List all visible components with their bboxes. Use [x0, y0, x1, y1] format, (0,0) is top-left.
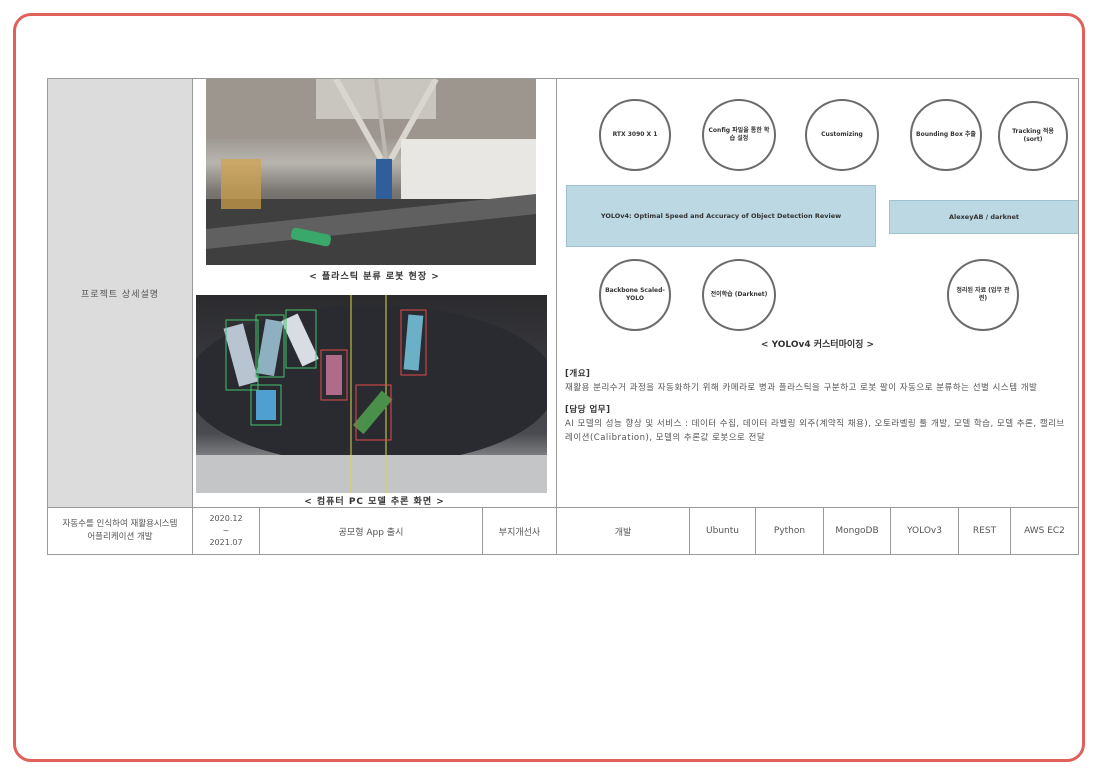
project-title-cell: 자동수를 인식하여 재활용시스템 어플리케이션 개발	[47, 507, 193, 555]
duty-title: [담당 업무]	[565, 405, 611, 415]
project-name-cell: 공모형 App 출시	[259, 507, 483, 555]
customizing-circle: Customizing	[805, 99, 879, 171]
backbone-circle: Backbone Scaled-YOLO	[599, 259, 671, 331]
tech-mongodb: MongoDB	[823, 507, 891, 555]
yolov4-paper-box: YOLOv4: Optimal Speed and Accuracy of Ob…	[566, 185, 876, 247]
transfer-learning-circle: 전이학습 (Darknet)	[702, 259, 776, 331]
project-table: 프로젝트 상세설명 < 플라스틱 분류 로봇 현장 > < 컴퓨터 PC 모델 …	[47, 78, 1079, 555]
image-cell: < 플라스틱 분류 로봇 현장 > < 컴퓨터 PC 모델 추론 화면 >	[192, 78, 557, 508]
description: [개요] 재활용 분리수거 과정을 자동화하기 위해 카메라로 병과 플라스틱을…	[565, 367, 1070, 445]
tech-yolov3: YOLOv3	[890, 507, 959, 555]
image1-caption: < 플라스틱 분류 로봇 현장 >	[309, 272, 440, 282]
diagram-cell: RTX 3090 X 1 Config 파일을 통한 학습 설정 Customi…	[556, 78, 1079, 508]
gpu-circle: RTX 3090 X 1	[599, 99, 671, 171]
detail-label: 프로젝트 상세설명	[47, 78, 193, 508]
tech-rest: REST	[958, 507, 1011, 555]
overview-title: [개요]	[565, 369, 591, 379]
company-cell: 부지개선사	[482, 507, 557, 555]
tech-python: Python	[755, 507, 824, 555]
overview-text: 재활용 분리수거 과정을 자동화하기 위해 카메라로 병과 플라스틱을 구분하고…	[565, 383, 1038, 393]
duty-text: AI 모델의 성능 향상 및 서비스 : 데이터 수집, 데이터 라벨링 외주(…	[565, 419, 1065, 443]
bbox-circle: Bounding Box 추출	[910, 99, 982, 171]
period-cell: 2020.12 ~ 2021.07	[192, 507, 260, 555]
image2-caption: < 컴퓨터 PC 모델 추론 화면 >	[304, 497, 445, 507]
inference-screen-photo	[196, 295, 547, 493]
tech-ubuntu: Ubuntu	[689, 507, 756, 555]
tracking-circle: Tracking 적용 (sort)	[998, 101, 1068, 171]
tech-aws: AWS EC2	[1010, 507, 1079, 555]
role-cell: 개발	[556, 507, 690, 555]
robot-site-photo	[206, 79, 536, 265]
config-circle: Config 파일을 통한 학습 설정	[702, 99, 776, 171]
diagram-caption: < YOLOv4 커스터마이징 >	[760, 340, 875, 350]
data-circle: 정리된 자료 (업무 관련)	[947, 259, 1019, 331]
darknet-box: AlexeyAB / darknet	[889, 200, 1078, 234]
